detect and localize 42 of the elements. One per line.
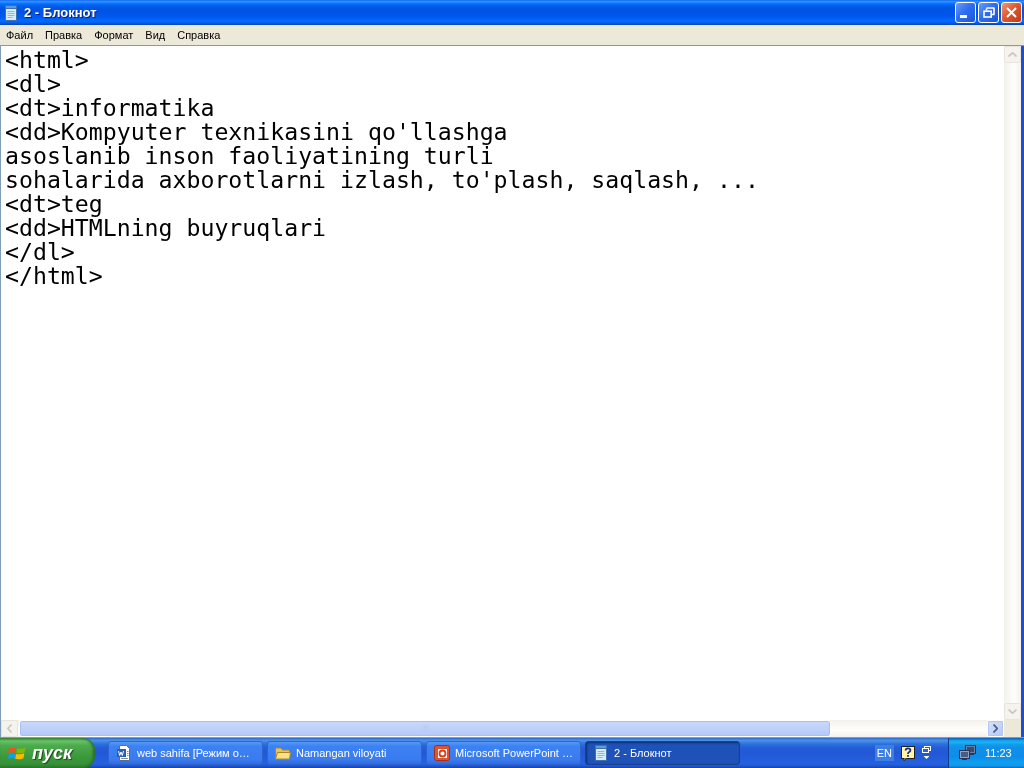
text-line: </html> xyxy=(5,264,104,288)
scrollbar-corner xyxy=(1004,720,1021,737)
scroll-right-button[interactable] xyxy=(987,720,1004,737)
text-line: sohalarida axborotlarni izlash, to'plash, saqlash, ... xyxy=(5,168,760,192)
taskbar-button[interactable]: Microsoft PowerPoint … xyxy=(426,741,581,765)
menu-item[interactable]: Файл xyxy=(0,27,40,43)
taskbar-button[interactable]: web sahifa [Режим о… xyxy=(108,741,263,765)
scrollbar-thumb[interactable] xyxy=(19,720,831,737)
language-indicator[interactable]: EN xyxy=(874,745,894,761)
chevron-down-icon xyxy=(1008,709,1017,714)
notepad-icon xyxy=(3,4,19,21)
chevron-right-icon xyxy=(993,724,998,733)
network-icon[interactable] xyxy=(959,745,977,761)
text-line: <dt>informatika xyxy=(5,96,216,120)
chevron-left-icon xyxy=(7,724,12,733)
window-title: 2 - Блокнот xyxy=(24,5,97,20)
restore-caret-icon[interactable] xyxy=(921,746,932,760)
taskbar-button[interactable]: Namangan viloyati xyxy=(267,741,422,765)
text-line: <dl> xyxy=(5,72,62,96)
text-line: </dl> xyxy=(5,240,75,264)
menu-item[interactable]: Формат xyxy=(88,27,140,43)
restore-button[interactable] xyxy=(978,2,999,23)
folder-icon xyxy=(275,746,291,760)
minimize-icon xyxy=(960,15,967,18)
text-line: <dd>HTMLning buyruqlari xyxy=(5,216,328,240)
horizontal-scrollbar[interactable] xyxy=(1,720,1004,737)
text-line: asoslanib inson faoliyatining turli xyxy=(5,144,494,168)
text-line: <dd>Kompyuter texnikasini qo'llashga xyxy=(5,120,509,144)
text-line: <html> xyxy=(5,48,90,72)
close-icon xyxy=(1006,7,1017,18)
presentation-icon xyxy=(434,745,450,761)
minimize-button[interactable] xyxy=(955,2,976,23)
menu-item[interactable]: Правка xyxy=(39,27,89,43)
restore-icon xyxy=(982,7,995,18)
chevron-up-icon xyxy=(1008,52,1017,57)
document-icon xyxy=(116,745,132,761)
menu-item[interactable]: Вид xyxy=(139,27,172,43)
notepad-icon xyxy=(593,745,609,761)
close-button[interactable] xyxy=(1001,2,1022,23)
menu-item[interactable]: Справка xyxy=(171,27,227,43)
taskbar-button[interactable]: 2 - Блокнот xyxy=(585,741,740,765)
help-icon[interactable] xyxy=(901,745,915,761)
